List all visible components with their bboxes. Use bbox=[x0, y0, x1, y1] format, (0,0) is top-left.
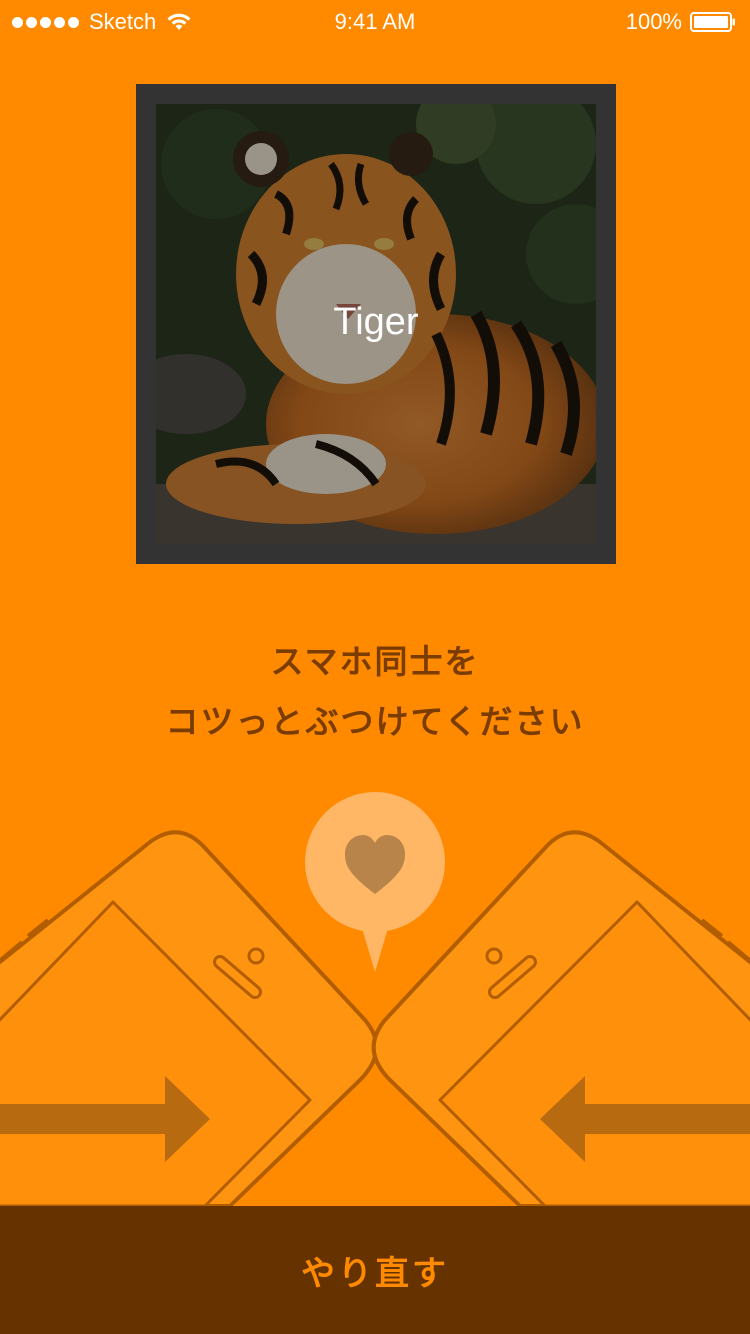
instruction-text: スマホ同士を コツっとぶつけてください bbox=[0, 632, 750, 752]
bump-illustration bbox=[0, 792, 750, 1208]
heart-bubble bbox=[305, 792, 445, 972]
instruction-line-2: コツっとぶつけてください bbox=[165, 702, 585, 741]
photo-card: Tiger bbox=[136, 84, 616, 564]
retry-button[interactable]: やり直す bbox=[0, 1206, 750, 1334]
battery-percentage: 100% bbox=[625, 9, 682, 34]
instruction-line-1: スマホ同士を bbox=[270, 642, 480, 681]
retry-button-label: やり直す bbox=[301, 1253, 449, 1294]
battery-icon bbox=[690, 12, 735, 32]
photo-caption: Tiger bbox=[333, 301, 419, 343]
status-bar: Sketch 9:41 AM 100% bbox=[0, 0, 750, 42]
status-right: 100% bbox=[626, 9, 736, 35]
tiger-photo: Tiger bbox=[156, 104, 596, 544]
